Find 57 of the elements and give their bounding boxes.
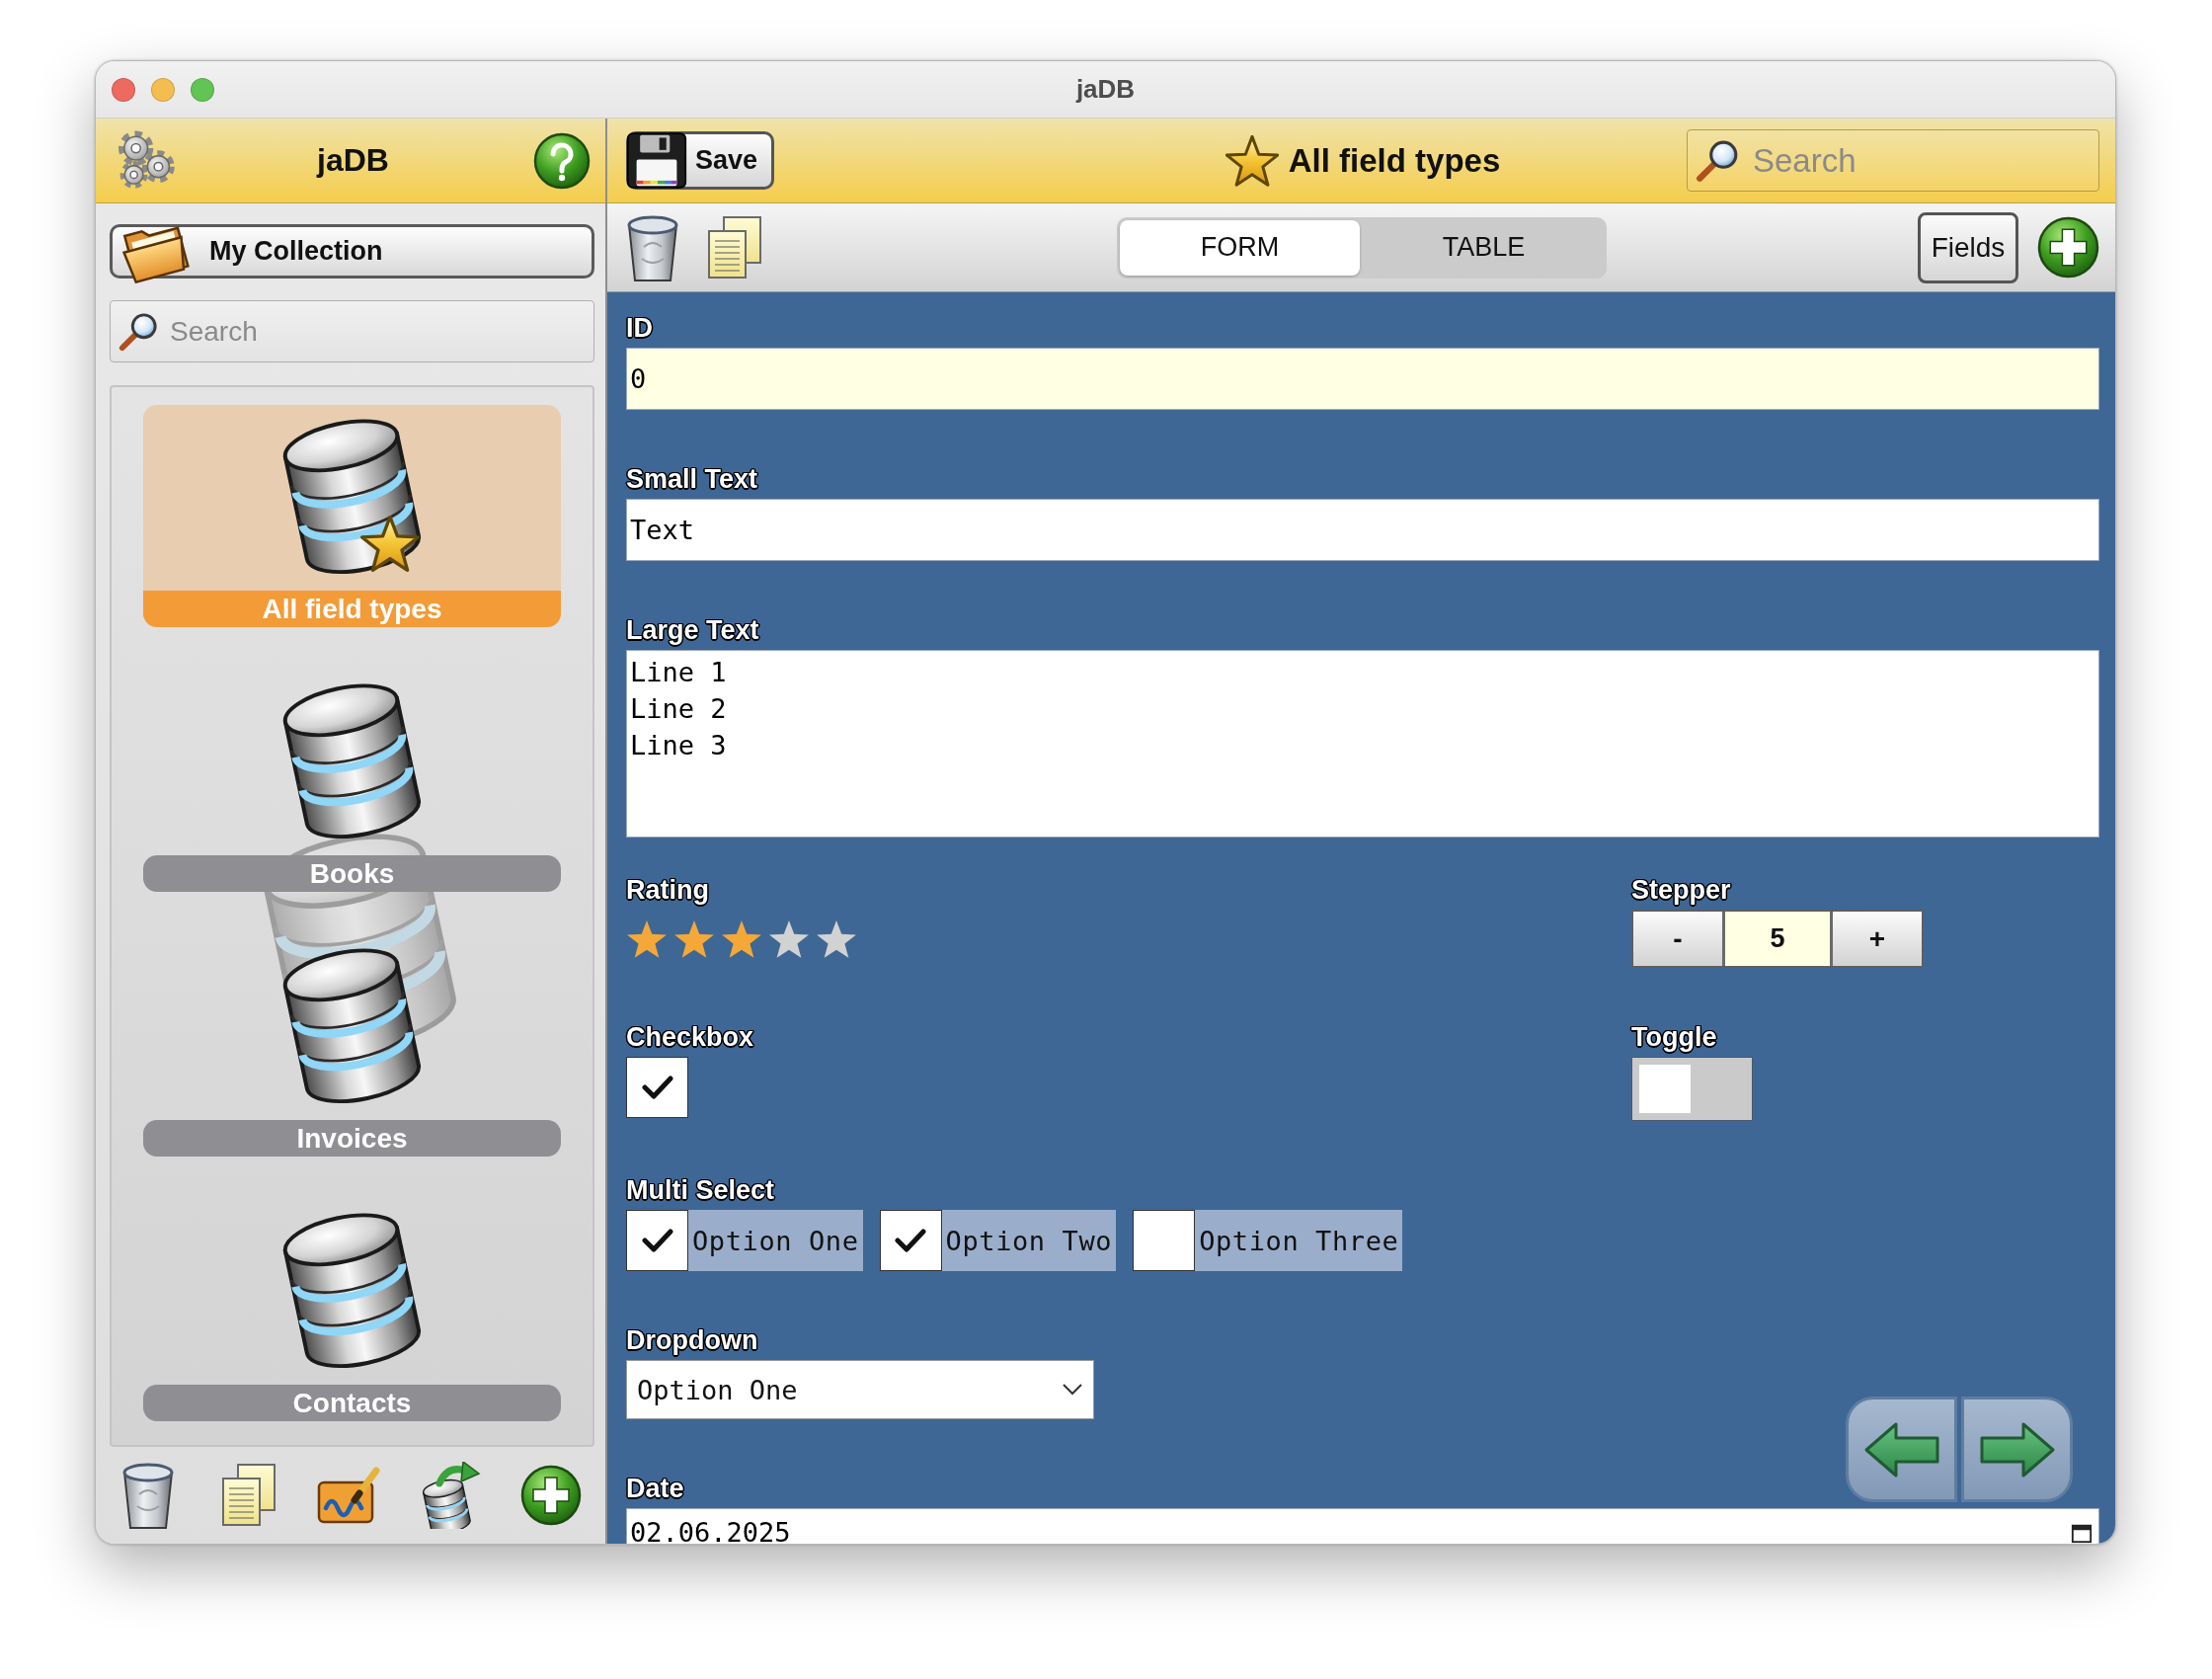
decrement-button[interactable]: - (1633, 912, 1722, 966)
help-icon[interactable] (533, 131, 591, 190)
add-icon[interactable] (2037, 216, 2099, 279)
next-button[interactable] (1961, 1397, 2073, 1502)
field-label: Large Text (626, 614, 759, 646)
date-field[interactable]: 02.06.2025 (626, 1508, 2099, 1544)
checkmark-icon (641, 1075, 673, 1100)
save-button[interactable]: Save (626, 131, 775, 190)
option-checkbox[interactable] (879, 1210, 942, 1271)
checkmark-icon (895, 1228, 927, 1253)
field-label: Toggle (1631, 1021, 1717, 1053)
option-label[interactable]: Option One (688, 1210, 863, 1271)
field-label: Small Text (626, 463, 758, 495)
star-icon[interactable] (721, 919, 762, 959)
text-field[interactable]: Text (626, 499, 2099, 561)
star-icon (1224, 134, 1279, 187)
option-checkbox[interactable] (1133, 1210, 1196, 1271)
label-pencil-icon[interactable] (317, 1465, 382, 1526)
text-area[interactable]: Line 1 Line 2 Line 3 (626, 650, 2099, 838)
documents-icon[interactable] (706, 214, 763, 280)
option-checkbox[interactable] (626, 1210, 688, 1271)
field-label: Checkbox (626, 1021, 754, 1053)
option-label[interactable]: Option Three (1195, 1210, 1403, 1271)
app-title: jaDB (317, 142, 389, 179)
field-label: Multi Select (626, 1174, 775, 1206)
zoom-button[interactable] (191, 77, 214, 102)
search-field[interactable]: Search (110, 300, 594, 362)
stepper-value[interactable]: 5 (1725, 912, 1830, 966)
increment-button[interactable]: + (1833, 912, 1922, 966)
star-icon[interactable] (673, 919, 715, 959)
close-button[interactable] (112, 77, 135, 102)
star-icon[interactable] (626, 919, 668, 959)
collection-title: All field types (1288, 141, 1501, 180)
window-title: jaDB (1075, 74, 1136, 105)
field-label: Dropdown (626, 1324, 758, 1356)
view-tab[interactable]: TABLE (1364, 219, 1604, 276)
option-label[interactable]: Option Two (941, 1210, 1117, 1271)
field-label: Stepper (1631, 874, 1731, 906)
checkbox[interactable] (626, 1057, 688, 1118)
checkmark-icon (641, 1228, 673, 1253)
field-label: ID (626, 312, 653, 344)
view-tab[interactable]: FORM (1120, 219, 1360, 276)
toggle-switch[interactable] (1631, 1057, 1753, 1121)
chevron-down-icon (1062, 1383, 1083, 1397)
gears-icon[interactable] (116, 129, 177, 192)
text-field[interactable]: 0 (626, 348, 2099, 410)
documents-icon[interactable] (220, 1463, 277, 1528)
field-label: Rating (626, 874, 709, 906)
field-label: Date (626, 1473, 684, 1504)
fields-button[interactable]: Fields (1918, 211, 2018, 283)
star-icon[interactable] (768, 919, 810, 959)
star-icon[interactable] (816, 919, 857, 959)
search-icon (118, 310, 159, 353)
dropdown-field[interactable]: Option One (626, 1360, 1094, 1419)
previous-button[interactable] (1846, 1397, 1957, 1502)
calendar-icon[interactable] (2071, 1522, 2093, 1544)
add-icon[interactable] (520, 1465, 582, 1526)
